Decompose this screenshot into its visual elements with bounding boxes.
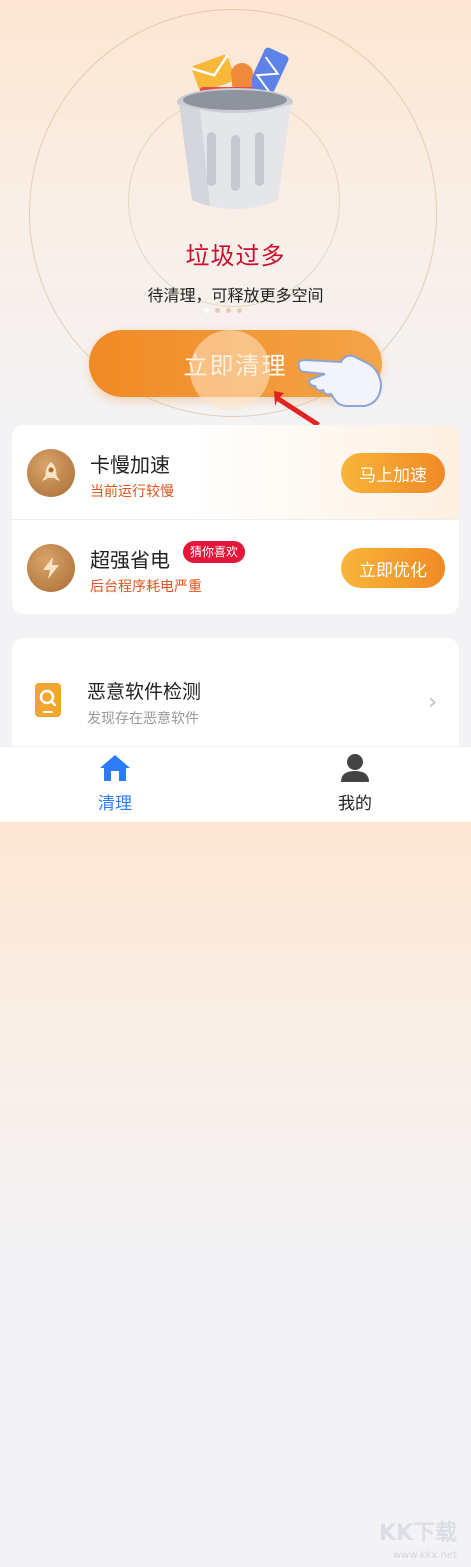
pager-dot	[204, 308, 209, 313]
tab-label: 我的	[338, 794, 372, 814]
malware-title: 恶意软件检测	[87, 681, 202, 703]
optimize-button[interactable]: 立即优化	[341, 548, 445, 588]
user-icon	[341, 754, 369, 782]
pager-dot	[226, 308, 231, 313]
trash-can-icon	[177, 47, 293, 209]
tab-mine[interactable]: 我的	[300, 753, 410, 814]
rocket-icon	[27, 449, 75, 497]
svg-text:www.kkx.net: www.kkx.net	[393, 1550, 457, 1561]
task-title: 卡慢加速	[90, 453, 170, 477]
pager-dot	[237, 308, 242, 313]
red-arrow-icon	[274, 391, 320, 427]
speed-up-button[interactable]: 马上加速	[341, 453, 445, 493]
recommend-badge: 猜你喜欢	[183, 541, 246, 563]
task-subtitle: 后台程序耗电严重	[90, 579, 202, 595]
tab-clean[interactable]: 清理	[60, 753, 170, 814]
malware-subtitle: 发现存在恶意软件	[87, 711, 199, 727]
pager-dots	[204, 308, 242, 313]
chevron-right-icon: ›	[428, 690, 437, 715]
task-row-battery[interactable]: 超强省电 猜你喜欢 后台程序耗电严重 立即优化	[12, 520, 459, 614]
lightning-icon	[27, 544, 75, 592]
bottom-tab-bar: 清理 我的 KK下载 www.kkx.net	[0, 746, 471, 1561]
svg-text:KK下载: KK下载	[379, 1520, 457, 1546]
hero-section: 垃圾过多 待清理，可释放更多空间 立即清理	[0, 0, 471, 427]
status-subtitle: 待清理，可释放更多空间	[147, 286, 324, 305]
tab-label: 清理	[98, 794, 132, 814]
home-icon	[100, 755, 130, 781]
malware-scan-row[interactable]: 恶意软件检测 发现存在恶意软件 ›	[12, 638, 459, 746]
optimization-card: 卡慢加速 当前运行较慢 马上加速 超强省电 猜你喜欢 后台程序耗电严重 立即优化	[12, 425, 459, 614]
task-title: 超强省电	[90, 548, 170, 572]
watermark-logo: KK下载 www.kkx.net	[379, 1520, 457, 1561]
status-title: 垃圾过多	[185, 242, 286, 270]
task-subtitle: 当前运行较慢	[90, 484, 174, 500]
phone-search-icon	[35, 683, 61, 717]
task-row-speedup[interactable]: 卡慢加速 当前运行较慢 马上加速	[12, 425, 459, 519]
pager-dot	[215, 308, 220, 313]
